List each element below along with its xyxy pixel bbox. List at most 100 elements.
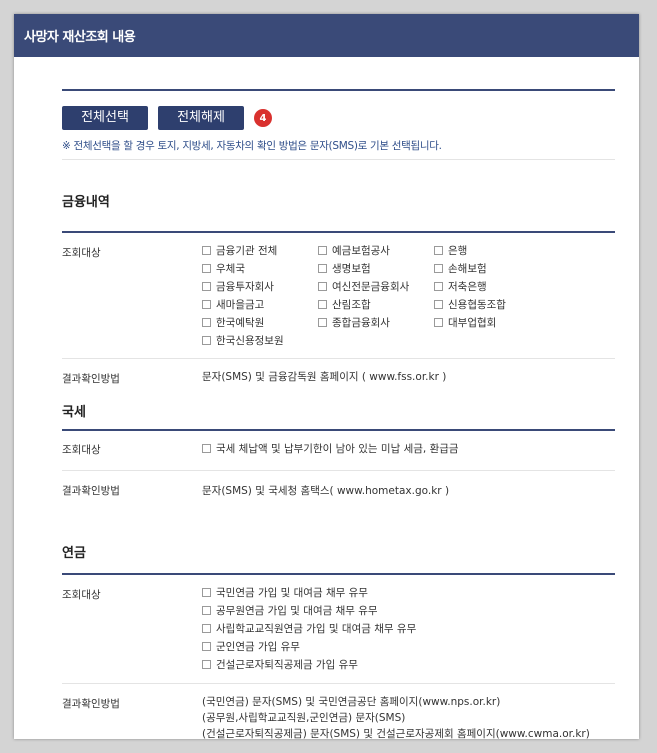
checkbox-label: 한국신용정보원 xyxy=(216,335,284,347)
checkbox-label: 한국예탁원 xyxy=(216,317,265,329)
finance-result-label: 결과확인방법 xyxy=(62,373,120,385)
checkbox-label: 신용협동조합 xyxy=(448,299,506,311)
pension-section-title: 연금 xyxy=(62,546,86,561)
checkbox-item[interactable]: 한국신용정보원 xyxy=(202,333,318,348)
checkbox-square[interactable] xyxy=(202,318,211,327)
result-line: (국민연금) 문자(SMS) 및 국민연금공단 홈페이지(www.nps.or.… xyxy=(202,696,501,708)
content-area: 전체선택 전체해제 4 ※ 전체선택을 할 경우 토지, 지방세, 자동차의 확… xyxy=(14,89,639,739)
checkbox-label: 예금보험공사 xyxy=(332,245,390,257)
tax-target-list: 국세 체납액 및 납부기한이 남아 있는 미납 세금, 환급금 xyxy=(202,441,615,457)
pension-target-row: 조회대상 국민연금 가입 및 대여금 채무 유무공무원연금 가입 및 대여금 채… xyxy=(62,575,615,684)
pension-checkbox-list: 국민연금 가입 및 대여금 채무 유무공무원연금 가입 및 대여금 채무 유무사… xyxy=(202,585,615,675)
checkbox-item[interactable]: 신용협동조합 xyxy=(434,297,544,312)
checkbox-square[interactable] xyxy=(202,264,211,273)
checkbox-item[interactable]: 사립학교교직원연금 가입 및 대여금 채무 유무 xyxy=(202,621,615,636)
checkbox-label: 여신전문금융회사 xyxy=(332,281,410,293)
result-line: (건설근로자퇴직공제금) 문자(SMS) 및 건설근로자공제회 홈페이지(www… xyxy=(202,728,590,739)
divider xyxy=(62,89,615,91)
main-panel: 사망자 재산조회 내용 전체선택 전체해제 4 ※ 전체선택을 할 경우 토지,… xyxy=(14,14,639,739)
checkbox-item[interactable]: 금융기관 전체 xyxy=(202,243,318,258)
checkbox-label: 은행 xyxy=(448,245,468,257)
checkbox-square[interactable] xyxy=(434,282,443,291)
finance-checkbox-grid: 금융기관 전체 예금보험공사 은행우체국 생명보험 손해보험금융투자회사 여신전문금융회사… xyxy=(202,243,615,348)
checkbox-square[interactable] xyxy=(202,588,211,597)
checkbox-item[interactable]: 산림조합 xyxy=(318,297,434,312)
checkbox-label: 국세 체납액 및 납부기한이 남아 있는 미납 세금, 환급금 xyxy=(216,443,459,455)
checkbox-item[interactable]: 금융투자회사 xyxy=(202,279,318,294)
checkbox-item[interactable]: 은행 xyxy=(434,243,544,258)
deselect-all-button[interactable]: 전체해제 xyxy=(158,106,244,130)
tax-target-label: 조회대상 xyxy=(62,444,101,456)
checkbox-item[interactable]: 여신전문금융회사 xyxy=(318,279,434,294)
checkbox-square[interactable] xyxy=(434,300,443,309)
checkbox-square[interactable] xyxy=(202,246,211,255)
checkbox-label: 금융투자회사 xyxy=(216,281,274,293)
checkbox-square[interactable] xyxy=(202,642,211,651)
checkbox-item[interactable]: 손해보험 xyxy=(434,261,544,276)
checkbox-label: 저축은행 xyxy=(448,281,487,293)
checkbox-square[interactable] xyxy=(318,246,327,255)
checkbox-item[interactable]: 예금보험공사 xyxy=(318,243,434,258)
checkbox-item[interactable]: 군인연금 가입 유무 xyxy=(202,639,615,654)
checkbox-square[interactable] xyxy=(202,660,211,669)
checkbox-label: 우체국 xyxy=(216,263,245,275)
finance-result-text: 문자(SMS) 및 금융감독원 홈페이지 ( www.fss.or.kr ) xyxy=(202,371,447,383)
pension-result-text: (국민연금) 문자(SMS) 및 국민연금공단 홈페이지(www.nps.or.… xyxy=(202,694,615,739)
tax-result-text: 문자(SMS) 및 국세청 홈택스( www.hometax.go.kr ) xyxy=(202,485,450,497)
checkbox-square[interactable] xyxy=(434,318,443,327)
tax-target-row: 조회대상 국세 체납액 및 납부기한이 남아 있는 미납 세금, 환급금 xyxy=(62,431,615,471)
checkbox-item[interactable]: 저축은행 xyxy=(434,279,544,294)
checkbox-item[interactable]: 새마을금고 xyxy=(202,297,318,312)
checkbox-item[interactable]: 한국예탁원 xyxy=(202,315,318,330)
checkbox-square[interactable] xyxy=(434,264,443,273)
checkbox-square[interactable] xyxy=(202,282,211,291)
result-line: (공무원,사립학교교직원,군인연금) 문자(SMS) xyxy=(202,712,406,724)
pension-result-label: 결과확인방법 xyxy=(62,698,120,710)
finance-section-title: 금융내역 xyxy=(62,195,110,210)
checkbox-label: 손해보험 xyxy=(448,263,487,275)
checkbox-label: 생명보험 xyxy=(332,263,371,275)
checkbox-item[interactable]: 우체국 xyxy=(202,261,318,276)
checkbox-square[interactable] xyxy=(202,336,211,345)
checkbox-label: 국민연금 가입 및 대여금 채무 유무 xyxy=(216,587,368,599)
checkbox-item[interactable]: 공무원연금 가입 및 대여금 채무 유무 xyxy=(202,603,615,618)
checkbox-item[interactable]: 대부업협회 xyxy=(434,315,544,330)
checkbox-square[interactable] xyxy=(434,246,443,255)
checkbox-item[interactable]: 생명보험 xyxy=(318,261,434,276)
tax-result-row: 결과확인방법 문자(SMS) 및 국세청 홈택스( www.hometax.go… xyxy=(62,471,615,510)
page-title: 사망자 재산조회 내용 xyxy=(24,30,136,45)
tax-checkbox[interactable]: 국세 체납액 및 납부기한이 남아 있는 미납 세금, 환급금 xyxy=(202,441,615,456)
checkbox-label: 새마을금고 xyxy=(216,299,265,311)
checkbox-label: 공무원연금 가입 및 대여금 채무 유무 xyxy=(216,605,378,617)
checkbox-square[interactable] xyxy=(318,282,327,291)
finance-target-row: 조회대상 금융기관 전체 예금보험공사 은행우체국 생명보험 손해보험금융투자회사 여신전… xyxy=(62,233,615,359)
finance-target-label: 조회대상 xyxy=(62,247,101,259)
pension-result-row: 결과확인방법 (국민연금) 문자(SMS) 및 국민연금공단 홈페이지(www.… xyxy=(62,684,615,739)
checkbox-square[interactable] xyxy=(318,300,327,309)
step-badge: 4 xyxy=(254,109,272,127)
checkbox-square[interactable] xyxy=(202,624,211,633)
checkbox-label: 군인연금 가입 유무 xyxy=(216,641,300,653)
checkbox-square[interactable] xyxy=(202,300,211,309)
checkbox-square[interactable] xyxy=(318,318,327,327)
checkbox-label: 종합금융회사 xyxy=(332,317,390,329)
finance-target-list: 금융기관 전체 예금보험공사 은행우체국 생명보험 손해보험금융투자회사 여신전문금융회사… xyxy=(202,243,615,348)
checkbox-label: 산림조합 xyxy=(332,299,371,311)
divider xyxy=(62,159,615,160)
checkbox-item[interactable]: 건설근로자퇴직공제금 가입 유무 xyxy=(202,657,615,672)
checkbox-label: 금융기관 전체 xyxy=(216,245,278,257)
checkbox-label: 대부업협회 xyxy=(448,317,497,329)
pension-target-label: 조회대상 xyxy=(62,589,101,601)
tax-result-label: 결과확인방법 xyxy=(62,485,120,497)
page-header: 사망자 재산조회 내용 xyxy=(14,14,639,57)
action-bar: 전체선택 전체해제 4 xyxy=(62,106,615,130)
checkbox-item[interactable]: 종합금융회사 xyxy=(318,315,434,330)
checkbox-square[interactable] xyxy=(318,264,327,273)
select-all-button[interactable]: 전체선택 xyxy=(62,106,148,130)
checkbox-square[interactable] xyxy=(202,606,211,615)
checkbox-label: 사립학교교직원연금 가입 및 대여금 채무 유무 xyxy=(216,623,417,635)
finance-result-row: 결과확인방법 문자(SMS) 및 금융감독원 홈페이지 ( www.fss.or… xyxy=(62,359,615,395)
checkbox-item[interactable]: 국민연금 가입 및 대여금 채무 유무 xyxy=(202,585,615,600)
checkbox-label: 건설근로자퇴직공제금 가입 유무 xyxy=(216,659,358,671)
checkbox-square[interactable] xyxy=(202,444,211,453)
